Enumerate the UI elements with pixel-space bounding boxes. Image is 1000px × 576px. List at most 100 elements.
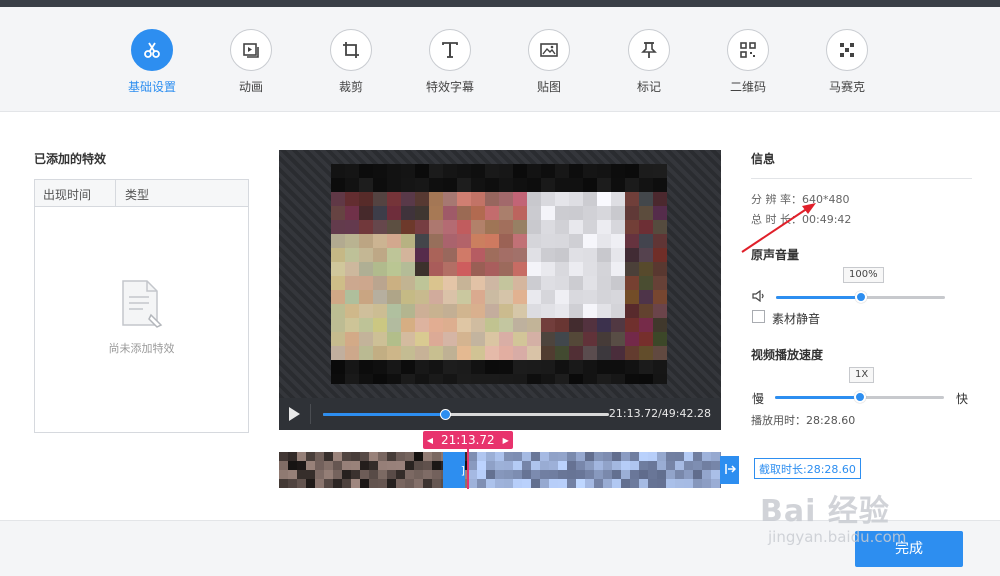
mosaic-tile (499, 234, 513, 248)
thumbnail-tile (612, 479, 621, 488)
mosaic-tile (415, 276, 429, 290)
mosaic-tile (331, 248, 345, 262)
watermark-brand: Bai 经验 (760, 494, 890, 529)
thumbnail-tile (657, 452, 666, 461)
thumbnail-tile (693, 452, 702, 461)
mosaic-tile (555, 290, 569, 304)
empty-document-icon (121, 279, 165, 332)
mosaic-tile (611, 276, 625, 290)
thumbnail-tile (513, 461, 522, 470)
thumbnail-tile (297, 470, 306, 479)
mosaic-tile (597, 276, 611, 290)
mosaic-tile (653, 178, 667, 192)
speaker-icon[interactable] (752, 290, 766, 302)
thumbnail-tile (396, 452, 405, 461)
progress-handle[interactable] (440, 409, 452, 420)
mosaic-tile (429, 234, 443, 248)
tab-animation[interactable]: 动画 (211, 29, 291, 95)
timeline-strip[interactable] (279, 452, 721, 488)
mosaic-tile (345, 290, 359, 304)
mosaic-tile (471, 262, 485, 276)
mosaic-tile (429, 164, 443, 178)
mosaic-tile (345, 164, 359, 178)
mosaic-tile (611, 164, 625, 178)
thumbnail-tile (621, 470, 630, 479)
thumbnail-tile (396, 461, 405, 470)
thumbnail-tile (504, 461, 513, 470)
mosaic-tile (485, 164, 499, 178)
mosaic-tile (359, 360, 373, 374)
mosaic-tile (429, 206, 443, 220)
thumbnail-tile (576, 461, 585, 470)
clip-end-handle[interactable] (720, 456, 739, 484)
mosaic-tile (485, 290, 499, 304)
mosaic-tile (345, 248, 359, 262)
timeline-cursor-line (467, 449, 469, 489)
thumbnail-tile (306, 452, 315, 461)
thumbnail-tile (342, 461, 351, 470)
thumbnail-tile (306, 479, 315, 488)
mosaic-tile (625, 220, 639, 234)
tab-mosaic[interactable]: 马赛克 (807, 29, 887, 95)
effects-table-header: 出现时间 类型 (35, 180, 248, 207)
mosaic-tile (527, 192, 541, 206)
thumbnail-tile (342, 470, 351, 479)
mosaic-tile (527, 234, 541, 248)
mosaic-tile (569, 276, 583, 290)
mosaic-tile (471, 346, 485, 360)
mosaic-tile (527, 360, 541, 374)
mosaic-tile (387, 206, 401, 220)
progress-bar[interactable] (323, 409, 609, 420)
mosaic-tile (583, 192, 597, 206)
mosaic-tile (457, 234, 471, 248)
mosaic-tile (639, 178, 653, 192)
mosaic-tile (513, 178, 527, 192)
thumbnail-tile (423, 452, 432, 461)
clip-start-handle[interactable]: ] (443, 452, 465, 488)
tab-qrcode[interactable]: 二维码 (708, 29, 788, 95)
thumbnail-tile (540, 461, 549, 470)
mosaic-tile (625, 332, 639, 346)
mosaic-tile (499, 220, 513, 234)
tab-label: 贴图 (536, 80, 561, 94)
mosaic-tile (359, 346, 373, 360)
mosaic-tile (359, 206, 373, 220)
tab-crop[interactable]: 裁剪 (311, 29, 391, 95)
mosaic-tile (625, 262, 639, 276)
thumbnail-tile (468, 470, 477, 479)
tab-effect-subtitles[interactable]: 特效字幕 (410, 29, 490, 95)
thumbnail-tile (333, 479, 342, 488)
volume-slider-handle[interactable] (854, 291, 867, 303)
mosaic-tile (653, 276, 667, 290)
mosaic-tile (499, 192, 513, 206)
mosaic-tile (499, 374, 513, 384)
cursor-right-arrow-icon[interactable]: ▶ (499, 436, 513, 445)
mosaic-tile (485, 248, 499, 262)
volume-slider[interactable] (776, 291, 945, 303)
thumbnail-tile (279, 470, 288, 479)
mosaic-tile (387, 192, 401, 206)
cursor-left-arrow-icon[interactable]: ◀ (423, 436, 437, 445)
thumbnail-tile (477, 470, 486, 479)
tab-basic-settings[interactable]: 基础设置 (112, 29, 192, 95)
play-time-value: 28:28.60 (806, 414, 856, 427)
thumbnail-tile (351, 479, 360, 488)
speed-slider[interactable] (775, 391, 944, 403)
speed-slider-handle[interactable] (853, 391, 866, 403)
mosaic-tile (597, 234, 611, 248)
thumbnail-tile (540, 470, 549, 479)
tab-marker[interactable]: 标记 (609, 29, 689, 95)
timeline-cursor-tag[interactable]: ◀ 21:13.72 ▶ (423, 431, 513, 449)
thumbnail-tile (351, 461, 360, 470)
thumbnail-tile (495, 479, 504, 488)
mute-checkbox[interactable] (752, 310, 765, 323)
play-icon[interactable] (289, 407, 300, 421)
tab-sticker[interactable]: 贴图 (509, 29, 589, 95)
mosaic-tile (569, 220, 583, 234)
mosaic-tile (331, 332, 345, 346)
mosaic-tile (485, 220, 499, 234)
thumbnail-tile (504, 452, 513, 461)
thumbnail-tile (675, 461, 684, 470)
thumbnail-tile (432, 452, 441, 461)
thumbnail-tile (351, 452, 360, 461)
